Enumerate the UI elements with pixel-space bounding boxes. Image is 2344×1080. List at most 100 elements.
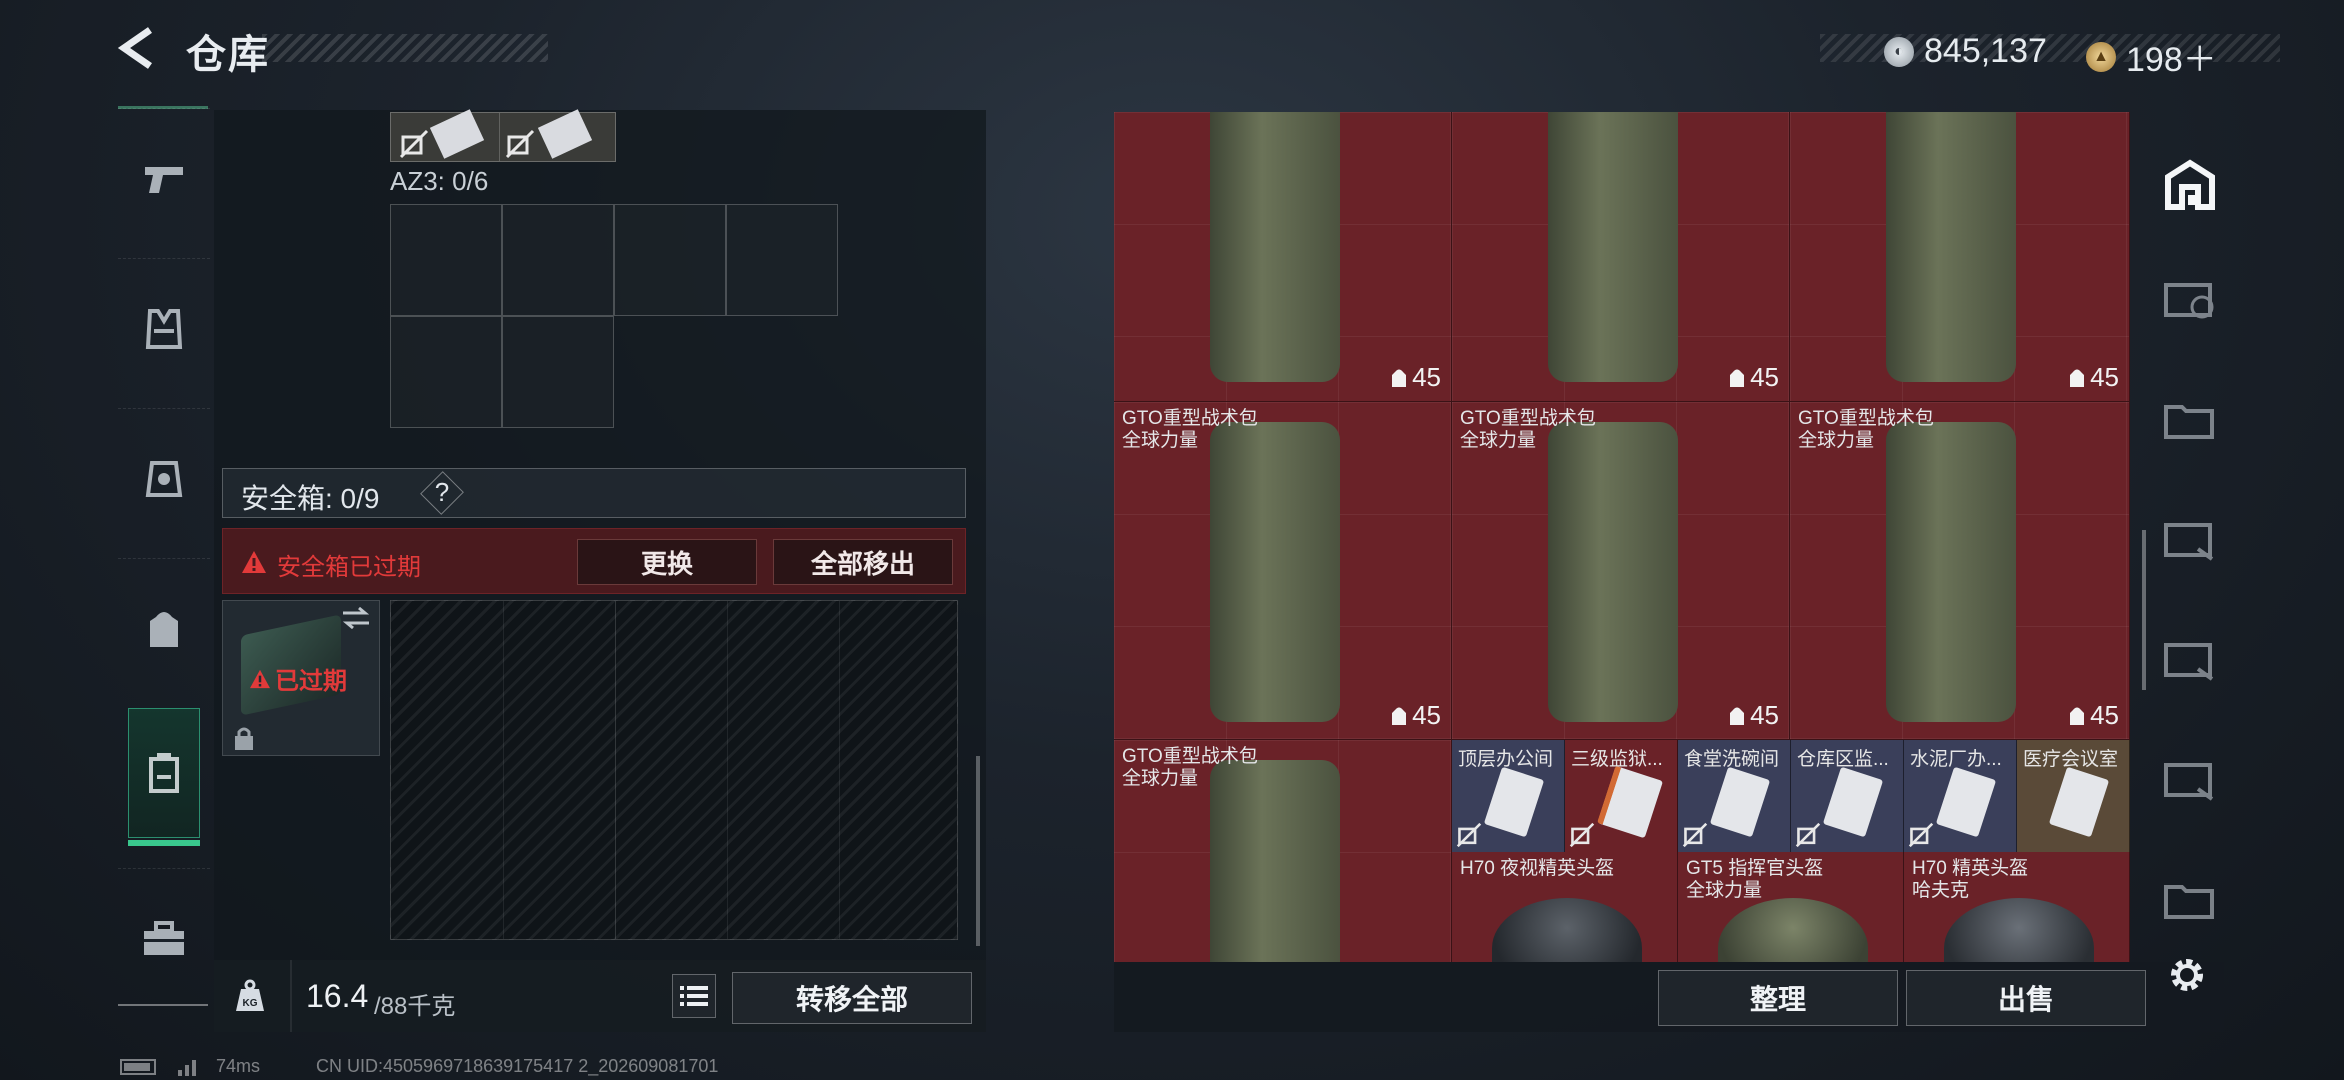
grid-slot[interactable] (614, 204, 726, 316)
no-entry-icon (1569, 822, 1595, 848)
nav-weapon[interactable] (118, 108, 210, 249)
left-scrollbar[interactable] (976, 756, 980, 946)
list-view-button[interactable] (672, 974, 716, 1018)
toolbox-icon (144, 921, 184, 955)
weight-current: 16.4 (306, 978, 369, 1014)
warning-icon (242, 551, 266, 573)
expired-alert-bar: 安全箱已过期 更换 全部移出 (222, 528, 966, 594)
keycard-item[interactable]: 医疗会议室 (2017, 740, 2130, 852)
keycard-image (1822, 766, 1884, 838)
backpack-item[interactable]: GTO重型战术包 全球力量 45 (1114, 402, 1452, 740)
keycard-item[interactable]: 三级监狱... (1565, 740, 1678, 852)
nav-backpack[interactable] (118, 558, 210, 699)
keycard-item[interactable]: 顶层办公间 (1452, 740, 1565, 852)
no-entry-icon (399, 129, 429, 159)
tab-storage-2[interactable] (2150, 365, 2230, 475)
backpack-item[interactable]: 45 (1790, 112, 2130, 402)
no-entry-icon (1456, 822, 1482, 848)
backpack-item[interactable]: 45 (1114, 112, 1452, 402)
vest-icon (145, 309, 183, 349)
backpack-item[interactable]: GTO重型战术包 全球力量 45 (1452, 402, 1790, 740)
safe-box-slot[interactable]: 已过期 (222, 600, 380, 756)
helmet-image (1944, 898, 2094, 962)
backpack-image (1210, 422, 1340, 722)
capacity-icon (1392, 707, 1407, 725)
helmet-item[interactable]: GT5 指挥官头盔 全球力量 (1678, 852, 1904, 962)
storage-case-icon (2164, 283, 2214, 319)
sell-button[interactable]: 出售 (1906, 970, 2146, 1026)
tab-all[interactable] (2150, 130, 2230, 240)
tab-storage-3[interactable] (2150, 485, 2230, 595)
item-slot[interactable] (503, 109, 611, 161)
weight-max: /88千克 (374, 993, 456, 1020)
uid-text: CN UID:4505969718639175417 2_20260908170… (316, 1056, 719, 1076)
capacity-icon (2070, 369, 2085, 387)
armor-plate-icon (145, 461, 183, 497)
storage-folder-icon (2164, 885, 2214, 919)
keycard-image (1935, 766, 1997, 838)
weight-bar: KG 16.4 /88千克 转移全部 (214, 960, 986, 1032)
move-all-out-button[interactable]: 全部移出 (773, 539, 953, 585)
grid-slot[interactable] (502, 204, 614, 316)
no-entry-icon (1908, 822, 1934, 848)
keycard-item[interactable]: 食堂洗碗间 (1678, 740, 1791, 852)
transfer-all-button[interactable]: 转移全部 (732, 972, 972, 1024)
backpack-image (1886, 422, 2016, 722)
warehouse-icon (2165, 159, 2215, 210)
keycard-image (2048, 766, 2110, 838)
backpack-item[interactable]: GTO重型战术包 全球力量 (1114, 740, 1452, 962)
left-nav (118, 108, 210, 1008)
backpack-image (1886, 112, 2016, 382)
safe-box-header: 安全箱: 0/9 ? (222, 468, 966, 518)
safe-box-grid[interactable] (390, 600, 958, 940)
grid-slot[interactable] (726, 204, 838, 316)
helmet-item[interactable]: H70 夜视精英头盔 (1452, 852, 1678, 962)
sort-button[interactable]: 整理 (1658, 970, 1898, 1026)
backpack-item[interactable]: 45 (1452, 112, 1790, 402)
settings-button[interactable] (2164, 952, 2210, 998)
storage-case-icon (2164, 763, 2214, 801)
currency-gold[interactable]: ▲ 198＋ (2086, 32, 2217, 81)
backpack-image (1548, 112, 1678, 382)
nav-armor[interactable] (118, 408, 210, 549)
grid-slot[interactable] (502, 316, 614, 428)
storage-case-icon (2164, 643, 2214, 681)
keycard-item[interactable]: 仓库区监... (1791, 740, 1904, 852)
item-slot[interactable] (395, 109, 500, 161)
grid-slot[interactable] (390, 316, 502, 428)
capacity-icon (2070, 707, 2085, 725)
backpack-icon (150, 612, 178, 647)
signal-icon (178, 1059, 196, 1076)
pistol-icon (145, 167, 183, 193)
tab-storage-6[interactable] (2150, 845, 2230, 955)
keycard-image (1709, 766, 1771, 838)
keycard-item[interactable]: 水泥厂办... (1904, 740, 2017, 852)
title-decoration (262, 34, 548, 62)
replace-button[interactable]: 更换 (577, 539, 757, 585)
back-button[interactable] (112, 24, 160, 72)
container-items-top (390, 109, 616, 162)
keycard-image (537, 109, 593, 159)
backpack-item[interactable]: GTO重型战术包 全球力量 45 (1790, 402, 2130, 740)
keycard-image (1483, 766, 1545, 838)
nav-vest[interactable] (118, 258, 210, 399)
tab-storage-4[interactable] (2150, 605, 2230, 715)
inventory-scrollbar[interactable] (2142, 530, 2146, 690)
page-title: 仓库 (186, 33, 270, 77)
no-entry-icon (1682, 822, 1708, 848)
tab-storage-5[interactable] (2150, 725, 2230, 835)
tab-storage-1[interactable] (2150, 245, 2230, 355)
status-bar: 74ms CN UID:4505969718639175417 2_202609… (120, 1056, 718, 1077)
nav-toolbox[interactable] (118, 868, 210, 1009)
nav-safe-box[interactable] (128, 708, 200, 838)
grid-slot[interactable] (390, 204, 502, 316)
help-button[interactable]: ? (433, 477, 451, 508)
expired-badge: 已过期 (249, 661, 347, 696)
lock-icon (235, 727, 253, 750)
currency-silver[interactable]: ◐ 845,137 (1884, 32, 2047, 71)
helmet-item[interactable]: H70 精英头盔 哈夫克 (1904, 852, 2130, 962)
no-entry-icon (1795, 822, 1821, 848)
keycard-image (429, 109, 485, 159)
az3-capacity-label: AZ3: 0/6 (390, 166, 489, 196)
gear-icon (2171, 959, 2203, 991)
